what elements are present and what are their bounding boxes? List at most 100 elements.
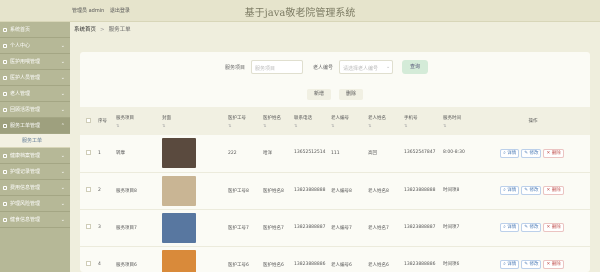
delete-button[interactable]: ✕ 删除 [543,186,564,195]
close-icon: ✕ [546,262,551,267]
edit-icon: ✎ [524,262,529,267]
chevron-down-icon: ⌄ [60,185,65,191]
column-header[interactable]: 医护姓名 ⇅ [263,107,294,135]
top-bar: 管理员 admin 退出登录 基于java敬老院管理系统 [0,0,600,22]
column-header[interactable]: 老人编号 ⇅ [331,107,368,135]
edit-label: 修改 [529,225,539,230]
row-checkbox[interactable] [86,261,91,266]
staff-no-cell: 222 [228,150,237,156]
column-header[interactable]: 联系电话 ⇅ [294,107,331,135]
sort-icon[interactable]: ⇅ [294,123,331,128]
sidebar-item-activities[interactable]: 回顾活思管理 ⌄ [0,102,70,118]
service-time-cell: 时间项7 [443,224,460,230]
select-all-checkbox[interactable] [86,117,91,123]
chevron-up-icon: ⌃ [60,123,65,129]
service-item-cell: 服务项目6 [116,262,137,268]
sidebar-item-label: 老人管理 [10,91,31,97]
mobile-cell: 13823888888 [404,187,436,193]
sort-icon[interactable]: ⇅ [162,123,228,128]
detail-button[interactable]: ⌕ 详情 [500,223,520,232]
row-checkbox[interactable] [86,187,91,192]
row-actions: ⌕ 详情 ✎ 修改 ✕ 删除 [476,135,590,172]
close-icon: ✕ [546,225,551,230]
sidebar-item-home[interactable]: 系统首页 [0,22,70,38]
menu-icon [3,60,7,64]
sidebar-item-care-risks[interactable]: 护理风险管理 ⌄ [0,196,70,212]
menu-icon [3,92,7,96]
edit-button[interactable]: ✎ 修改 [521,186,542,195]
chevron-down-icon: ⌄ [60,43,65,49]
edit-button[interactable]: ✎ 修改 [521,260,542,269]
sidebar-item-fees[interactable]: 费用信息管理 ⌄ [0,180,70,196]
elder-name-cell: 老人姓名7 [368,225,389,231]
edit-label: 修改 [529,262,539,267]
column-header[interactable]: 老人姓名 ⇅ [368,107,404,135]
column-header[interactable]: 医护工号 ⇅ [228,107,263,135]
sidebar-item-medical-staff[interactable]: 医护人员管理 ⌄ [0,70,70,86]
edit-icon: ✎ [524,188,529,193]
sidebar-item-meals[interactable]: 健食信息管理 ⌄ [0,212,70,228]
edit-button[interactable]: ✎ 修改 [521,148,542,158]
service-item-input[interactable]: 服务项目 [251,60,303,74]
search-button[interactable]: 查询 [402,60,428,74]
sidebar-item-elders[interactable]: 老人管理 ⌄ [0,86,70,102]
sidebar-item-medical-use[interactable]: 医护用喂管理 ⌄ [0,54,70,70]
table-row: 4 服务项目6 医护工号6 医护姓名6 13823888886 老人编号6 老人姓名6 138… [80,246,590,272]
delete-label: 删除 [551,150,561,156]
menu-icon [3,108,7,112]
delete-selected-button[interactable]: 删除 [339,89,363,100]
detail-button[interactable]: ⌕ 详情 [500,148,520,158]
chevron-down-icon: ⌄ [60,107,65,113]
sort-icon[interactable]: ⇅ [228,123,263,128]
breadcrumb-home[interactable]: 系统首页 [74,27,96,33]
elder-no-select[interactable]: 请选择老人编号 [339,60,393,74]
sidebar-subitem-service-order[interactable]: 服务工单 [0,134,70,148]
detail-button[interactable]: ⌕ 详情 [500,260,520,269]
staff-name-cell: 哈洋 [263,151,272,157]
sort-icon[interactable]: ⇅ [443,123,476,128]
row-checkbox[interactable] [86,224,91,229]
sort-icon[interactable]: ⇅ [368,123,404,128]
column-header[interactable]: 手机号 ⇅ [404,107,443,135]
staff-name-cell: 医护姓名8 [263,188,284,194]
delete-button[interactable]: ✕ 删除 [543,260,564,269]
elder-name-cell: 老人姓名8 [368,188,389,194]
mobile-cell: 13823888886 [404,261,436,267]
row-checkbox[interactable] [86,149,91,155]
table-row: 3 服务项目7 医护工号7 医护姓名7 13823888887 老人编号7 老人姓名7 138… [80,209,590,246]
staff-no-cell: 医护工号7 [228,225,249,231]
edit-button[interactable]: ✎ 修改 [521,223,542,232]
phone-cell: 13823888888 [294,187,326,193]
edit-icon: ✎ [524,225,529,230]
phone-cell: 13652512514 [294,150,326,156]
add-button[interactable]: 新增 [307,89,331,100]
sidebar-item-health-records[interactable]: 健康档案管理 ⌄ [0,148,70,164]
sort-icon[interactable]: ⇅ [116,123,162,128]
sort-icon[interactable]: ⇅ [404,123,443,128]
column-header[interactable]: 服务时间 ⇅ [443,107,476,135]
elder-no-cell: 111 [331,150,340,156]
column-header[interactable]: 服务项目 ⇅ [116,107,162,135]
phone-cell: 13823888887 [294,224,326,230]
sort-icon[interactable]: ⇅ [263,123,294,128]
chevron-down-icon: ⌄ [60,75,65,81]
chevron-down-icon: ⌄ [60,201,65,207]
cover-image [162,212,196,243]
sidebar-item-service-orders[interactable]: 服务工单管理 ⌃ [0,118,70,134]
row-actions: ⌕ 详情 ✎ 修改 ✕ 删除 [476,172,590,209]
breadcrumb-separator: > [100,27,105,33]
sort-icon[interactable]: ⇅ [331,123,368,128]
detail-button[interactable]: ⌕ 详情 [500,186,520,195]
staff-no-cell: 医护工号8 [228,188,249,194]
sidebar-item-profile[interactable]: 个人中心 ⌄ [0,38,70,54]
menu-icon [3,170,7,174]
mobile-cell: 13652547847 [404,150,436,156]
chevron-down-icon: ⌄ [60,217,65,223]
row-index: 4 [98,262,101,267]
delete-label: 删除 [551,225,561,230]
sidebar-item-care-records[interactable]: 护理记录管理 ⌄ [0,164,70,180]
column-header[interactable]: 封面 ⇅ [162,107,228,135]
delete-button[interactable]: ✕ 删除 [543,223,564,232]
delete-button[interactable]: ✕ 删除 [543,148,564,158]
staff-name-cell: 医护姓名6 [263,262,284,268]
